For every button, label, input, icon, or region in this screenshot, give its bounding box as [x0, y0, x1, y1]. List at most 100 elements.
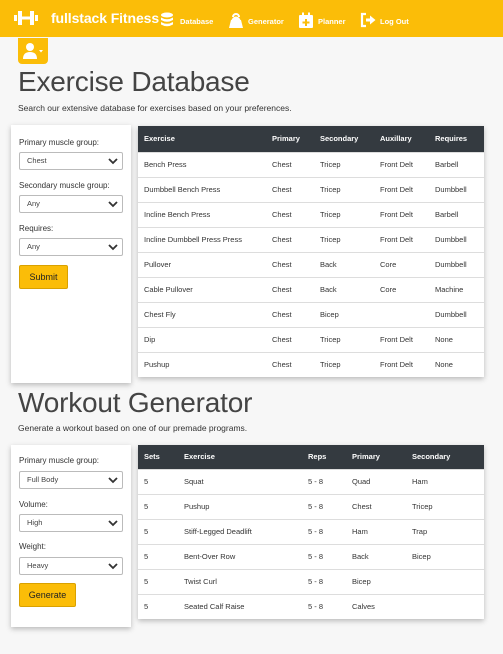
- table-row[interactable]: Pushup Chest Tricep Front Delt None: [138, 351, 484, 377]
- weight-select[interactable]: Heavy: [19, 557, 123, 575]
- column-header: Secondary: [406, 445, 484, 469]
- table-cell: None: [429, 351, 484, 377]
- table-cell: Front Delt: [374, 226, 429, 252]
- database-subtitle: Search our extensive database for exerci…: [18, 103, 292, 113]
- chevron-down-icon: [108, 563, 118, 570]
- table-row[interactable]: Dip Chest Tricep Front Delt None: [138, 326, 484, 352]
- table-cell: Dumbbell: [429, 226, 484, 252]
- table-cell: Chest: [266, 276, 314, 302]
- table-cell: Ham: [346, 518, 406, 544]
- primary-muscle-select[interactable]: Chest: [19, 152, 123, 170]
- table-cell: Core: [374, 251, 429, 277]
- table-cell: Chest: [266, 251, 314, 277]
- table-row[interactable]: 5 Bent-Over Row 5 - 8 Back Bicep: [138, 543, 484, 569]
- database-icon: [161, 12, 173, 27]
- primary-muscle-label: Primary muscle group:: [19, 138, 100, 147]
- table-row[interactable]: Chest Fly Chest Bicep Dumbbell: [138, 301, 484, 327]
- column-header: Reps: [302, 445, 346, 469]
- table-row[interactable]: Dumbbell Bench Press Chest Tricep Front Del…: [138, 176, 484, 202]
- secondary-muscle-label: Secondary muscle group:: [19, 181, 110, 190]
- table-cell: Tricep: [314, 176, 374, 202]
- secondary-muscle-select[interactable]: Any: [19, 195, 123, 213]
- table-row[interactable]: Bench Press Chest Tricep Front Delt Barbell: [138, 151, 484, 177]
- table-cell: Twist Curl: [178, 568, 302, 594]
- table-cell: Incline Dumbbell Press Press: [138, 226, 266, 252]
- database-title: Exercise Database: [18, 66, 250, 97]
- weight-label: Weight:: [19, 542, 46, 551]
- table-cell: Squat: [178, 468, 302, 494]
- table-cell: Incline Bench Press: [138, 201, 266, 227]
- volume-select[interactable]: High: [19, 514, 123, 532]
- table-cell: 5 - 8: [302, 493, 346, 519]
- table-cell: None: [429, 326, 484, 352]
- table-cell: Pushup: [178, 493, 302, 519]
- table-cell: Stiff-Legged Deadlift: [178, 518, 302, 544]
- calendar-plus-icon: [299, 12, 313, 28]
- nav-logout-label: Log Out: [380, 17, 409, 26]
- column-header: Auxillary: [374, 126, 429, 152]
- table-cell: Chest Fly: [138, 301, 266, 327]
- table-row[interactable]: 5 Seated Calf Raise 5 - 8 Calves: [138, 593, 484, 619]
- table-cell: Tricep: [314, 151, 374, 177]
- table-cell: Chest: [266, 151, 314, 177]
- table-row[interactable]: 5 Pushup 5 - 8 Chest Tricep: [138, 493, 484, 519]
- nav-database[interactable]: Database: [160, 10, 213, 28]
- requires-select[interactable]: Any: [19, 238, 123, 256]
- table-row[interactable]: 5 Twist Curl 5 - 8 Bicep: [138, 568, 484, 594]
- table-cell: Tricep: [314, 226, 374, 252]
- table-cell: Core: [374, 276, 429, 302]
- nav-generator[interactable]: Generator: [228, 10, 284, 28]
- table-cell: 5: [138, 568, 178, 594]
- table-row[interactable]: Cable Pullover Chest Back Core Machine: [138, 276, 484, 302]
- table-cell: [406, 593, 484, 619]
- volume-value: High: [27, 518, 43, 527]
- table-cell: Bicep: [314, 301, 374, 327]
- table-cell: 5: [138, 468, 178, 494]
- nav-logout[interactable]: Log Out: [360, 10, 409, 28]
- submit-button[interactable]: Submit: [19, 265, 68, 289]
- table-cell: Tricep: [314, 351, 374, 377]
- column-header: Exercise: [138, 126, 266, 152]
- nav-generator-label: Generator: [248, 17, 284, 26]
- table-cell: [374, 301, 429, 327]
- table-cell: Dumbbell Bench Press: [138, 176, 266, 202]
- brand-link[interactable]: fullstack Fitness: [14, 9, 159, 27]
- database-filter-card: Primary muscle group: Chest Secondary mu…: [11, 125, 131, 383]
- table-cell: 5 - 8: [302, 568, 346, 594]
- navbar: fullstack Fitness Database Generator Pla…: [0, 0, 503, 37]
- user-menu-button[interactable]: [18, 38, 48, 64]
- table-row[interactable]: Incline Dumbbell Press Press Chest Tricep F…: [138, 226, 484, 252]
- table-header-row: Sets Exercise Reps Primary Secondary: [138, 445, 484, 469]
- table-row[interactable]: 5 Squat 5 - 8 Quad Ham: [138, 468, 484, 494]
- table-cell: Tricep: [406, 493, 484, 519]
- table-cell: Dumbbell: [429, 251, 484, 277]
- table-cell: Machine: [429, 276, 484, 302]
- table-cell: Pullover: [138, 251, 266, 277]
- table-cell: Chest: [266, 201, 314, 227]
- workout-table: Sets Exercise Reps Primary Secondary 5 Squat 5…: [138, 445, 484, 619]
- table-row[interactable]: 5 Stiff-Legged Deadlift 5 - 8 Ham Trap: [138, 518, 484, 544]
- table-cell: Dip: [138, 326, 266, 352]
- table-cell: Tricep: [314, 201, 374, 227]
- table-cell: Back: [346, 543, 406, 569]
- chevron-down-icon: [108, 520, 118, 527]
- table-cell: Calves: [346, 593, 406, 619]
- nav-planner[interactable]: Planner: [298, 10, 346, 28]
- generate-button[interactable]: Generate: [19, 583, 76, 607]
- table-cell: 5: [138, 518, 178, 544]
- table-row[interactable]: Pullover Chest Back Core Dumbbell: [138, 251, 484, 277]
- column-header: Primary: [346, 445, 406, 469]
- table-cell: Front Delt: [374, 176, 429, 202]
- volume-label: Volume:: [19, 500, 48, 509]
- table-cell: 5 - 8: [302, 543, 346, 569]
- table-cell: Barbell: [429, 151, 484, 177]
- table-row[interactable]: Incline Bench Press Chest Tricep Front Delt…: [138, 201, 484, 227]
- chevron-down-icon: [108, 477, 118, 484]
- sign-out-icon: [360, 12, 376, 28]
- gen-primary-muscle-value: Full Body: [27, 475, 59, 484]
- table-cell: Bicep: [406, 543, 484, 569]
- gen-primary-muscle-select[interactable]: Full Body: [19, 471, 123, 489]
- primary-muscle-value: Chest: [27, 156, 47, 165]
- table-cell: Chest: [266, 326, 314, 352]
- table-cell: Seated Calf Raise: [178, 593, 302, 619]
